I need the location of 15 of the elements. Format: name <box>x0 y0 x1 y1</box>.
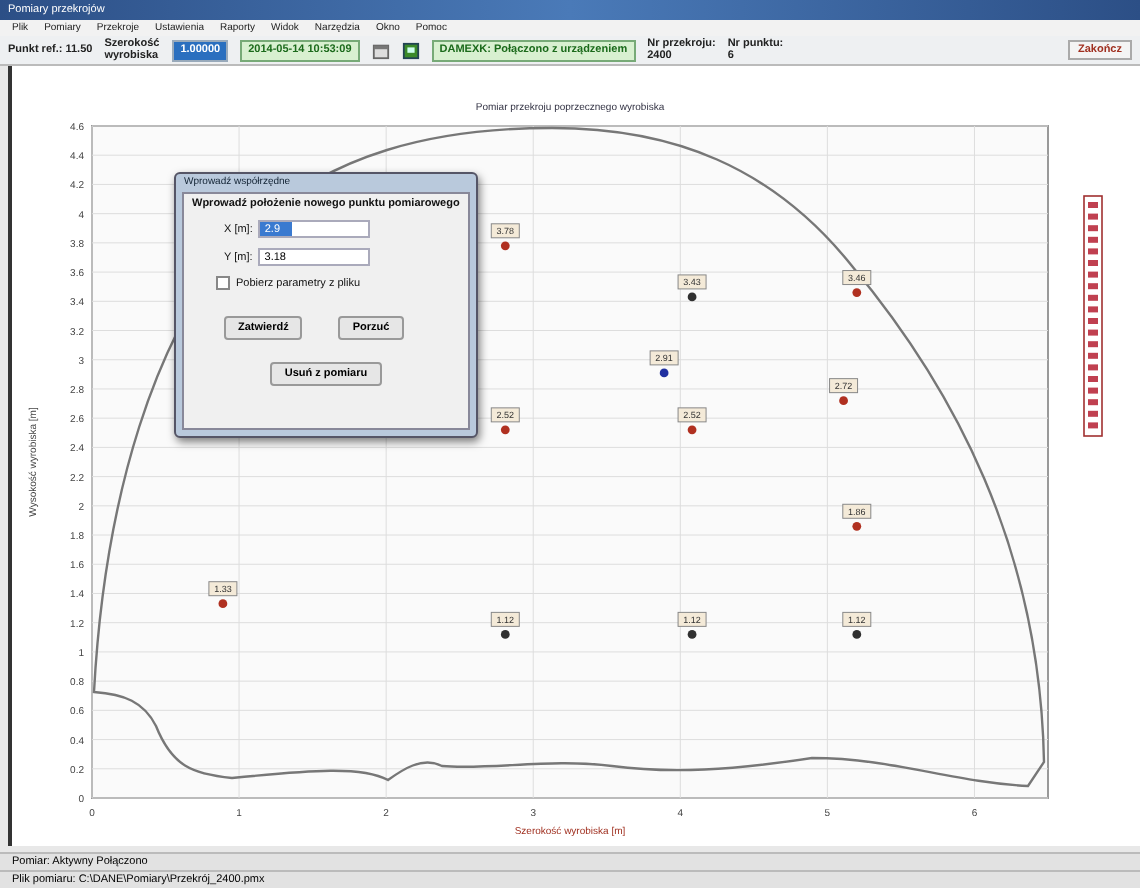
data-point[interactable] <box>218 599 228 609</box>
calendar-icon[interactable] <box>371 41 390 59</box>
data-point[interactable] <box>839 396 848 406</box>
data-point[interactable] <box>852 630 862 639</box>
data-point[interactable] <box>687 425 697 435</box>
data-point[interactable] <box>687 630 697 639</box>
checkbox[interactable] <box>216 276 230 290</box>
data-point[interactable] <box>500 241 510 251</box>
data-point[interactable] <box>852 521 862 531</box>
data-point[interactable] <box>500 630 510 639</box>
data-point[interactable] <box>687 292 697 302</box>
data-point[interactable] <box>852 288 862 297</box>
data-point[interactable] <box>659 368 669 378</box>
data-point[interactable] <box>500 425 510 435</box>
device-icon <box>401 41 420 59</box>
